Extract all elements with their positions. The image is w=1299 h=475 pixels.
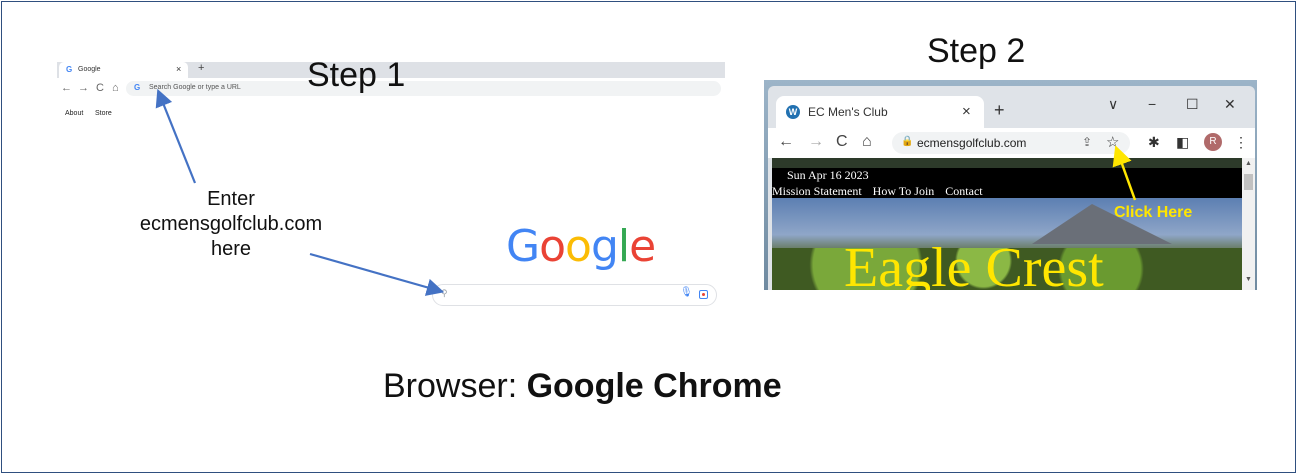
browser-name: Google Chrome	[526, 367, 782, 405]
arrow-to-star	[1112, 145, 1137, 201]
browser-caption: Browser: Google Chrome	[383, 367, 782, 406]
browser-prefix: Browser:	[383, 367, 527, 405]
